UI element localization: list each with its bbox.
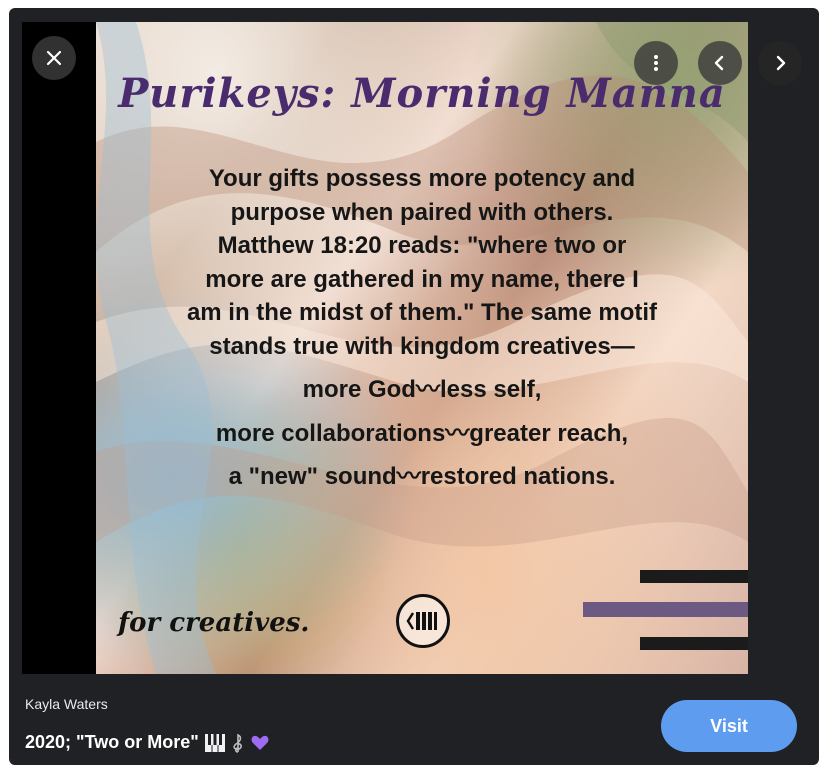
treble-clef-icon <box>231 733 245 753</box>
close-button[interactable] <box>32 36 76 80</box>
previous-image-button[interactable] <box>698 41 742 85</box>
more-vertical-icon <box>654 55 658 71</box>
quote-line: am in the midst of them." The same motif <box>186 299 658 326</box>
quote-line: more God〰less self, <box>302 376 542 403</box>
next-image-button[interactable] <box>758 41 802 85</box>
visit-button[interactable]: Visit <box>661 700 797 752</box>
chevron-left-icon <box>714 55 724 71</box>
quote-line: Matthew 18:20 reads: "where two or <box>217 232 627 259</box>
post-image[interactable]: Purikeys: Morning Manna Your gifts posse… <box>96 22 748 674</box>
quote-line: more collaborations〰greater reach, <box>215 419 629 447</box>
more-options-button[interactable] <box>634 41 678 85</box>
close-icon <box>46 50 62 66</box>
image-quote: Your gifts possess more potency and purp… <box>126 162 718 494</box>
image-viewer: Purikeys: Morning Manna Your gifts posse… <box>9 8 819 765</box>
quote-line: a "new" sound〰restored nations. <box>228 463 616 490</box>
caption-text: 2020; "Two or More" <box>25 732 199 752</box>
signature-text: for creatives. <box>118 608 310 638</box>
piano-keys-icon <box>204 733 225 752</box>
quote-line: purpose when paired with others. <box>230 198 614 226</box>
decorative-stripe <box>640 570 748 583</box>
purple-heart-icon <box>251 735 269 751</box>
piano-keys-logo-icon <box>396 594 450 648</box>
image-caption: 2020; "Two or More" <box>25 732 269 753</box>
chevron-right-icon <box>776 55 786 71</box>
quote-line: Your gifts possess more potency and <box>208 165 636 192</box>
image-stage: Purikeys: Morning Manna Your gifts posse… <box>22 22 748 674</box>
decorative-stripe <box>583 602 748 617</box>
quote-line: more are gathered in my name, there I <box>205 265 639 293</box>
quote-line: stands true with kingdom creatives— <box>209 332 635 360</box>
decorative-stripe <box>640 637 748 650</box>
author-name[interactable]: Kayla Waters <box>25 696 108 712</box>
